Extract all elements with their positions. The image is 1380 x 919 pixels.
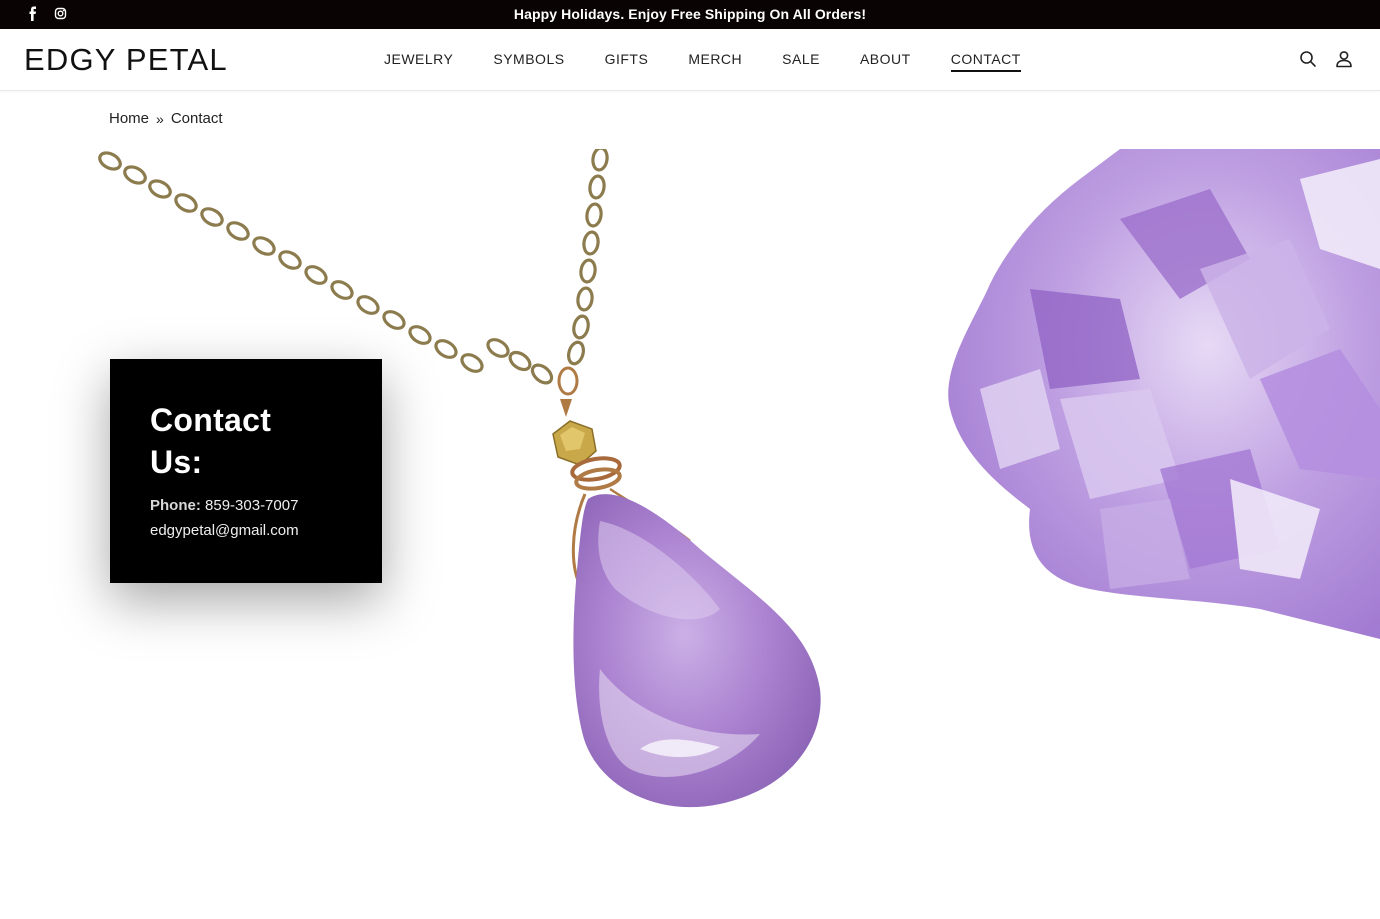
site-logo[interactable]: EDGY PETAL xyxy=(24,42,228,78)
nav-item-symbols[interactable]: SYMBOLS xyxy=(493,51,564,72)
nav-item-gifts[interactable]: GIFTS xyxy=(605,51,649,72)
contact-phone: Phone: 859-303-7007 xyxy=(150,497,342,514)
nav-item-contact[interactable]: CONTACT xyxy=(950,51,1021,72)
announcement-bar: Happy Holidays. Enjoy Free Shipping On A… xyxy=(0,0,1380,29)
breadcrumb-separator: » xyxy=(156,110,164,127)
account-icon[interactable] xyxy=(1334,49,1354,69)
pendant-stone xyxy=(573,494,821,808)
phone-label: Phone: xyxy=(150,497,201,514)
nav-item-merch[interactable]: MERCH xyxy=(688,51,742,72)
breadcrumb: Home » Contact xyxy=(109,110,223,127)
search-icon[interactable] xyxy=(1298,49,1318,69)
nav-item-sale[interactable]: SALE xyxy=(782,51,820,72)
contact-title: Contact Us: xyxy=(150,402,272,480)
nav-item-about[interactable]: ABOUT xyxy=(860,51,911,72)
site-header: EDGY PETAL JEWELRY SYMBOLS GIFTS MERCH S… xyxy=(0,29,1380,91)
breadcrumb-home[interactable]: Home xyxy=(109,110,149,127)
chain-left xyxy=(98,151,554,385)
contact-email[interactable]: edgypetal@gmail.com xyxy=(150,522,342,539)
contact-card: Contact Us: Phone: 859-303-7007 edgypeta… xyxy=(110,359,382,583)
main-nav: JEWELRY SYMBOLS GIFTS MERCH SALE ABOUT C… xyxy=(384,51,1061,72)
header-tools xyxy=(1298,49,1354,69)
nav-item-jewelry[interactable]: JEWELRY xyxy=(384,51,453,72)
phone-value[interactable]: 859-303-7007 xyxy=(205,497,298,514)
amethyst-cluster xyxy=(948,149,1380,639)
chain-right xyxy=(567,149,609,366)
promo-text: Happy Holidays. Enjoy Free Shipping On A… xyxy=(513,6,867,22)
breadcrumb-current: Contact xyxy=(170,110,223,127)
